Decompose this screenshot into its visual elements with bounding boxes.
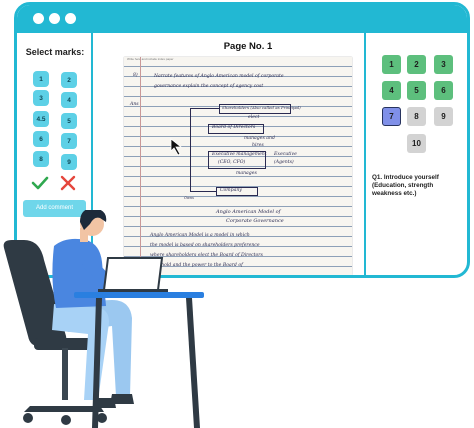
handwritten-line: governance explain the concept of agency… xyxy=(154,84,264,89)
question-button-9[interactable]: 9 xyxy=(434,107,453,126)
question-button-1[interactable]: 1 xyxy=(382,55,401,74)
marks-title: Select marks: xyxy=(25,47,85,57)
diagram-label: elect xyxy=(248,115,260,120)
diagram-label: manages xyxy=(236,171,257,176)
cross-icon[interactable] xyxy=(60,175,76,191)
answer-label: Ans xyxy=(130,102,139,107)
question-button-5[interactable]: 5 xyxy=(407,81,426,100)
mouse-cursor-icon xyxy=(170,138,183,156)
window-dot-3 xyxy=(65,13,76,24)
question-button-10[interactable]: 10 xyxy=(407,134,426,153)
question-button-3[interactable]: 3 xyxy=(434,55,453,74)
diagram-label: manages and xyxy=(244,136,275,141)
question-text: Q1. Introduce yourself (Education, stren… xyxy=(372,174,439,197)
check-icon[interactable] xyxy=(31,176,49,190)
window-dot-2 xyxy=(49,13,60,24)
diagram-label: Board of Directors xyxy=(212,125,256,130)
question-button-8[interactable]: 8 xyxy=(407,107,426,126)
diagram-connector xyxy=(190,108,191,192)
mark-button-8[interactable]: 8 xyxy=(33,151,49,167)
diagram-label: Shareholders (Also called as Principal) xyxy=(222,105,301,110)
question-button-4[interactable]: 4 xyxy=(382,81,401,100)
mark-button-6[interactable]: 6 xyxy=(33,131,49,147)
question-button-6[interactable]: 6 xyxy=(434,81,453,100)
diagram-connector xyxy=(190,108,219,109)
diagram-label: hires xyxy=(252,143,264,148)
question-button-2[interactable]: 2 xyxy=(407,55,426,74)
question-number: 8) xyxy=(133,73,138,78)
mark-button-3[interactable]: 3 xyxy=(33,90,49,106)
question-button-7-current[interactable]: 7 xyxy=(382,107,401,126)
diagram-label: (CEO, CFO) xyxy=(218,160,246,165)
mark-button-9[interactable]: 9 xyxy=(61,154,77,170)
handwritten-line: Narrate features of Anglo American model… xyxy=(154,74,284,79)
mark-button-4-5[interactable]: 4.5 xyxy=(33,111,49,127)
diagram-connector xyxy=(190,191,216,192)
mark-button-1[interactable]: 1 xyxy=(33,71,49,87)
mark-button-7[interactable]: 7 xyxy=(61,133,77,149)
diagram-label: Executive xyxy=(274,152,297,157)
person-at-desk-illustration xyxy=(3,210,204,428)
title-bar xyxy=(17,5,467,33)
question-panel: 1 2 3 4 5 6 7 8 9 10 Q1. Introduce yours… xyxy=(364,33,467,275)
diagram-label: (Agents) xyxy=(274,160,294,165)
mark-button-5[interactable]: 5 xyxy=(61,113,77,129)
diagram-label: Owns xyxy=(184,196,194,200)
page-title: Page No. 1 xyxy=(223,41,273,52)
diagram-label: Company xyxy=(220,188,242,193)
mark-button-4[interactable]: 4 xyxy=(61,92,77,108)
mark-button-2[interactable]: 2 xyxy=(61,72,77,88)
paper-header: Write here and include index paper xyxy=(124,57,352,64)
window-dot-1 xyxy=(33,13,44,24)
diagram-label: Executive management xyxy=(212,152,267,157)
